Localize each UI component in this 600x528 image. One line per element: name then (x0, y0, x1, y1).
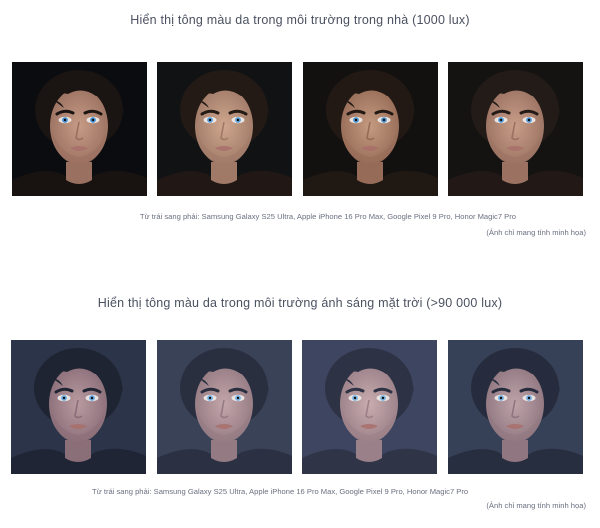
portrait-image (157, 340, 292, 474)
indoor-caption: Từ trái sang phải: Samsung Galaxy S25 Ul… (139, 212, 516, 221)
indoor-photo-row (0, 62, 600, 196)
outdoor-photo-row (0, 340, 600, 474)
portrait-image (302, 340, 437, 474)
outdoor-caption: Từ trái sang phải: Samsung Galaxy S25 Ul… (92, 487, 469, 496)
outdoor-note: (Ảnh chỉ mang tính minh họa) (486, 501, 586, 510)
portrait-image (12, 62, 147, 196)
indoor-photo-honor (448, 62, 583, 196)
indoor-photo-samsung (12, 62, 147, 196)
outdoor-photo-samsung (11, 340, 146, 474)
portrait-image (157, 62, 292, 196)
outdoor-heading: Hiển thị tông màu da trong môi trường án… (97, 296, 503, 310)
portrait-image (11, 340, 146, 474)
indoor-photo-iphone (157, 62, 292, 196)
indoor-heading: Hiển thị tông màu da trong môi trường tr… (130, 13, 470, 27)
portrait-image (448, 62, 583, 196)
portrait-image (448, 340, 583, 474)
indoor-photo-pixel (303, 62, 438, 196)
outdoor-photo-honor (448, 340, 583, 474)
outdoor-photo-pixel (302, 340, 437, 474)
outdoor-photo-iphone (157, 340, 292, 474)
portrait-image (303, 62, 438, 196)
indoor-note: (Ảnh chỉ mang tính minh họa) (486, 228, 586, 237)
